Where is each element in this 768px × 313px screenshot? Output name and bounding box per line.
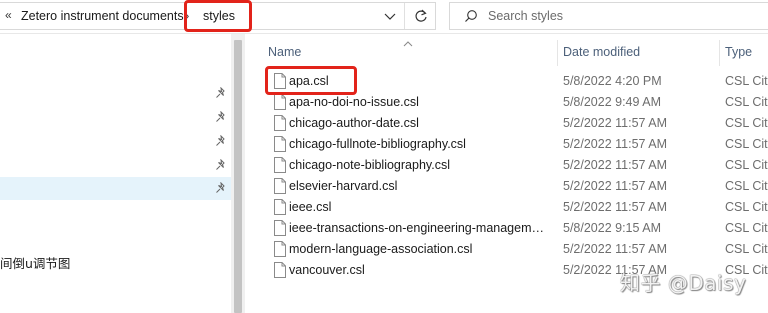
- file-icon: [274, 262, 286, 278]
- file-row[interactable]: apa-no-doi-no-issue.csl 5/8/2022 9:49 AM…: [262, 92, 768, 113]
- file-row[interactable]: ieee.csl 5/2/2022 11:57 AM CSL Citation …: [262, 197, 768, 218]
- refresh-icon[interactable]: [408, 5, 434, 27]
- file-icon: [274, 73, 286, 89]
- pin-icon[interactable]: [215, 110, 227, 123]
- chevron-right-icon[interactable]: ›: [185, 8, 189, 23]
- file-type: CSL Citation Style: [725, 242, 768, 256]
- column-divider[interactable]: [719, 40, 720, 66]
- pin-icon[interactable]: [215, 181, 227, 194]
- nav-pinned-item[interactable]: [0, 82, 231, 105]
- navigation-pane: 间倒u调节图: [0, 34, 231, 313]
- file-row[interactable]: apa.csl 5/8/2022 4:20 PM CSL Citation St…: [262, 71, 768, 92]
- column-header-date-modified[interactable]: Date modified: [563, 45, 640, 65]
- column-header-type[interactable]: Type: [725, 45, 752, 65]
- file-name[interactable]: chicago-author-date.csl: [289, 116, 547, 130]
- file-icon: [274, 241, 286, 257]
- file-type: CSL Citation Style: [725, 179, 768, 193]
- search-input[interactable]: [488, 7, 758, 25]
- file-row[interactable]: elsevier-harvard.csl 5/2/2022 11:57 AM C…: [262, 176, 768, 197]
- file-type: CSL Citation Style: [725, 74, 768, 88]
- file-date: 5/2/2022 11:57 AM: [563, 242, 668, 256]
- scrollbar-thumb[interactable]: [234, 40, 242, 313]
- address-bar[interactable]: « Zetero instrument documents › styles: [0, 2, 436, 30]
- file-type: CSL Citation Style: [725, 95, 768, 109]
- file-date: 5/8/2022 9:15 AM: [563, 221, 661, 235]
- search-icon: [464, 9, 478, 23]
- navigation-scrollbar[interactable]: [231, 34, 245, 313]
- double-chevron-left-icon[interactable]: «: [5, 8, 12, 22]
- file-icon: [274, 178, 286, 194]
- watermark: 知乎 @Daisy: [620, 271, 747, 295]
- file-type: CSL Citation Style: [725, 200, 768, 214]
- column-header-name[interactable]: Name: [268, 45, 301, 65]
- pin-icon[interactable]: [215, 158, 227, 171]
- chevron-down-icon[interactable]: [382, 7, 398, 25]
- file-row[interactable]: chicago-note-bibliography.csl 5/2/2022 1…: [262, 155, 768, 176]
- breadcrumb-parent-folder[interactable]: Zetero instrument documents: [21, 9, 184, 23]
- nav-pinned-item[interactable]: [0, 154, 231, 177]
- file-row[interactable]: chicago-author-date.csl 5/2/2022 11:57 A…: [262, 113, 768, 134]
- file-icon: [274, 94, 286, 110]
- file-date: 5/8/2022 4:20 PM: [563, 74, 662, 88]
- column-divider[interactable]: [557, 40, 558, 66]
- file-date: 5/2/2022 11:57 AM: [563, 158, 668, 172]
- nav-pinned-item[interactable]: [0, 106, 231, 129]
- file-name[interactable]: chicago-fullnote-bibliography.csl: [289, 137, 547, 151]
- file-name[interactable]: apa.csl: [289, 74, 547, 88]
- file-row[interactable]: modern-language-association.csl 5/2/2022…: [262, 239, 768, 260]
- pin-icon[interactable]: [215, 134, 227, 147]
- nav-pinned-item-selected[interactable]: [0, 177, 231, 200]
- file-name[interactable]: ieee-transactions-on-engineering-managem…: [289, 221, 547, 235]
- file-date: 5/2/2022 11:57 AM: [563, 116, 668, 130]
- file-name[interactable]: elsevier-harvard.csl: [289, 179, 547, 193]
- file-icon: [274, 220, 286, 236]
- file-name[interactable]: ieee.csl: [289, 200, 547, 214]
- nav-item-label: 间倒u调节图: [0, 256, 71, 271]
- file-type: CSL Citation Style: [725, 116, 768, 130]
- file-name[interactable]: modern-language-association.csl: [289, 242, 547, 256]
- file-date: 5/8/2022 9:49 AM: [563, 95, 661, 109]
- nav-item[interactable]: 间倒u调节图: [0, 249, 231, 272]
- pin-icon[interactable]: [215, 86, 227, 99]
- file-name[interactable]: apa-no-doi-no-issue.csl: [289, 95, 547, 109]
- file-name[interactable]: chicago-note-bibliography.csl: [289, 158, 547, 172]
- file-type: CSL Citation Style: [725, 137, 768, 151]
- file-icon: [274, 115, 286, 131]
- file-type: CSL Citation Style: [725, 221, 768, 235]
- sort-ascending-icon: [402, 37, 414, 47]
- file-type: CSL Citation Style: [725, 158, 768, 172]
- address-divider: [404, 3, 405, 29]
- file-icon: [274, 199, 286, 215]
- file-date: 5/2/2022 11:57 AM: [563, 179, 668, 193]
- file-row[interactable]: ieee-transactions-on-engineering-managem…: [262, 218, 768, 239]
- file-icon: [274, 157, 286, 173]
- file-date: 5/2/2022 11:57 AM: [563, 137, 668, 151]
- nav-pinned-item[interactable]: [0, 130, 231, 153]
- address-bar-area: « Zetero instrument documents › styles: [0, 0, 768, 34]
- file-icon: [274, 136, 286, 152]
- search-box[interactable]: [449, 2, 768, 30]
- breadcrumb-current-folder[interactable]: styles: [203, 9, 235, 23]
- file-name[interactable]: vancouver.csl: [289, 263, 547, 277]
- file-date: 5/2/2022 11:57 AM: [563, 200, 668, 214]
- file-row[interactable]: chicago-fullnote-bibliography.csl 5/2/20…: [262, 134, 768, 155]
